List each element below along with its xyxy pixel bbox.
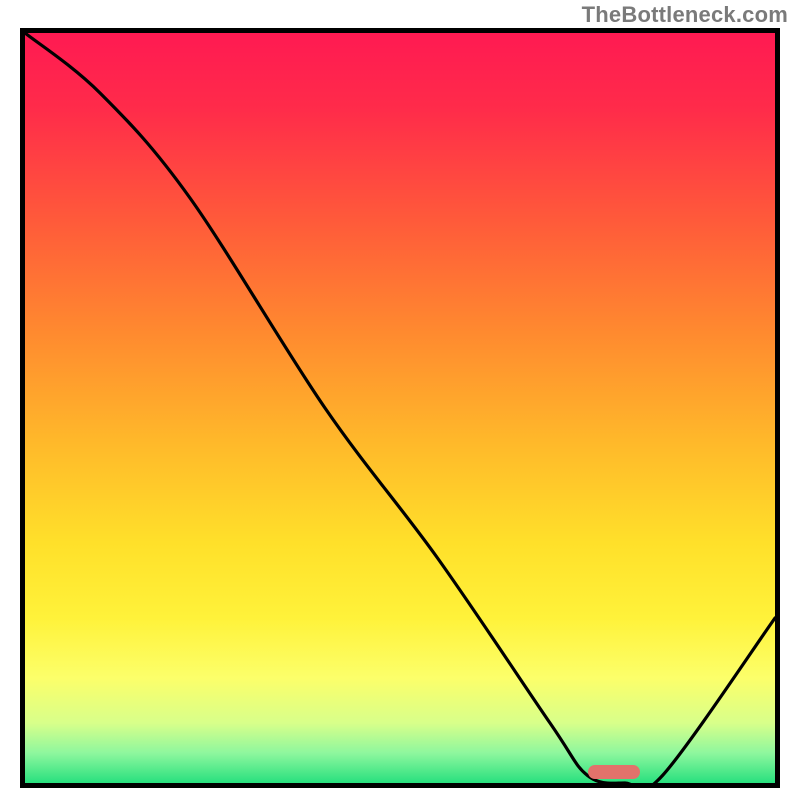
optimal-range-marker (588, 765, 641, 779)
bottleneck-curve (25, 33, 775, 783)
plot-frame (20, 28, 780, 788)
chart-container: TheBottleneck.com (0, 0, 800, 800)
watermark-text: TheBottleneck.com (582, 2, 788, 28)
